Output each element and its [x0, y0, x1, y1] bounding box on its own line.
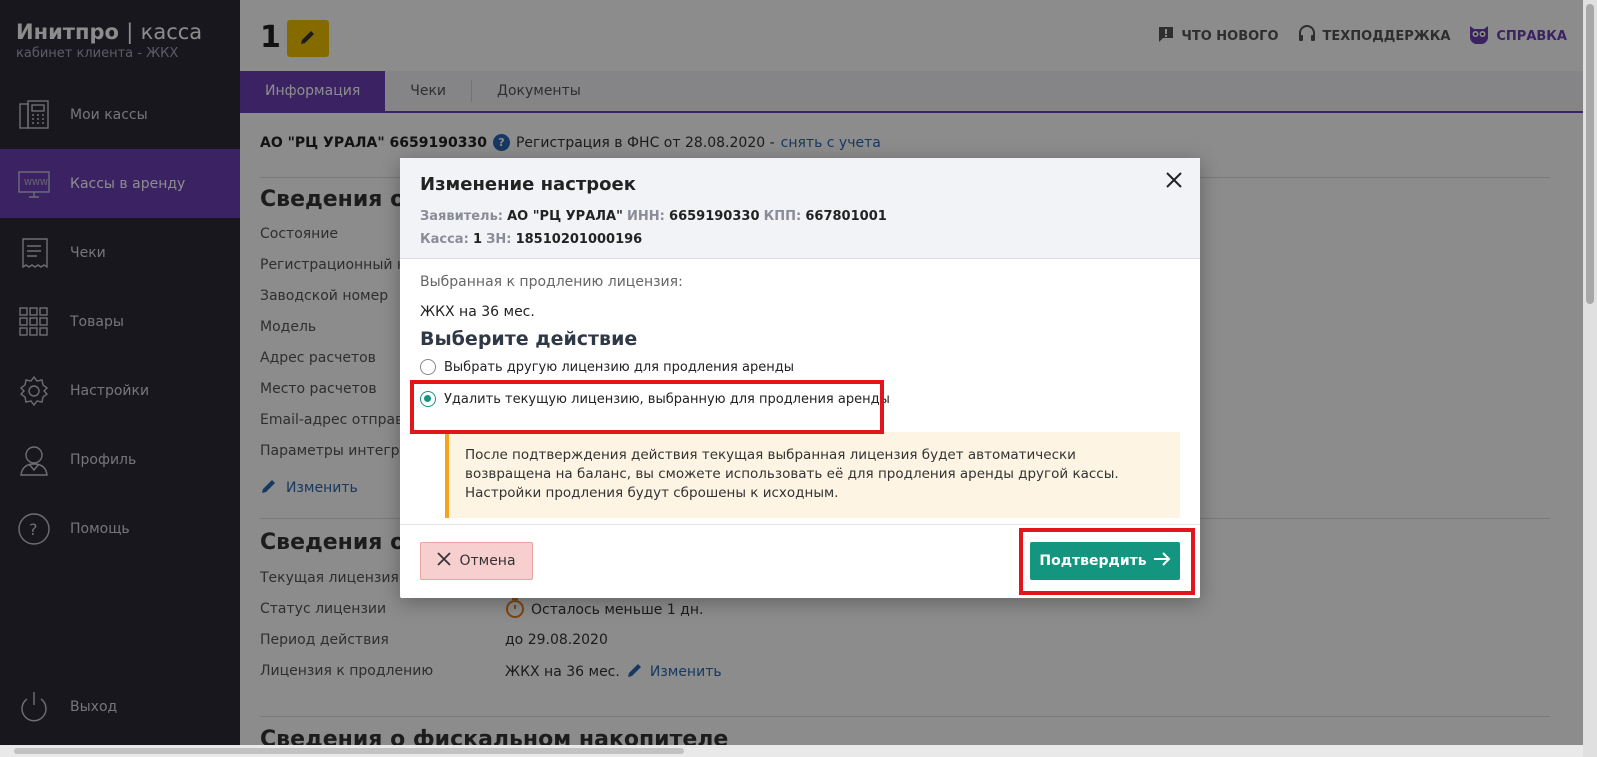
- radio-button[interactable]: [420, 359, 436, 375]
- applicant-label: Заявитель:: [420, 209, 503, 224]
- vertical-scrollbar[interactable]: [1583, 0, 1597, 757]
- zn-label: ЗН:: [486, 232, 512, 247]
- option-choose-another[interactable]: Выбрать другую лицензию для продления ар…: [420, 356, 1180, 378]
- warning-notice: После подтверждения действия текущая выб…: [445, 432, 1180, 518]
- kpp-value: 667801001: [805, 209, 887, 224]
- option-label: Выбрать другую лицензию для продления ар…: [444, 359, 794, 375]
- choose-action-heading: Выберите действие: [420, 328, 638, 350]
- selected-license-label: Выбранная к продлению лицензия:: [420, 274, 683, 290]
- horizontal-scrollbar[interactable]: [0, 745, 1583, 757]
- inn-value: 6659190330: [669, 209, 760, 224]
- inn-label: ИНН:: [627, 209, 665, 224]
- close-icon: [1165, 171, 1183, 193]
- cancel-label: Отмена: [459, 553, 516, 569]
- highlight-box-confirm: [1019, 528, 1195, 595]
- close-button[interactable]: [1162, 170, 1186, 194]
- scrollbar-thumb[interactable]: [1586, 4, 1594, 304]
- selected-license-value: ЖКХ на 36 мес.: [420, 304, 535, 320]
- scrollbar-thumb[interactable]: [14, 748, 684, 754]
- zn-value: 18510201000196: [515, 232, 643, 247]
- applicant-value: АО "РЦ УРАЛА": [507, 209, 623, 224]
- close-icon: [437, 552, 452, 570]
- modal-header: Изменение настроек Заявитель: АО "РЦ УРА…: [400, 158, 1200, 259]
- kassa-label: Касса:: [420, 232, 469, 247]
- kassa-value: 1: [472, 232, 482, 247]
- modal-title: Изменение настроек: [420, 174, 636, 195]
- kpp-label: КПП:: [763, 209, 802, 224]
- cancel-button[interactable]: Отмена: [420, 542, 533, 580]
- modal-meta: Заявитель: АО "РЦ УРАЛА" ИНН: 6659190330…: [420, 205, 1180, 251]
- highlight-box-option: [410, 380, 884, 434]
